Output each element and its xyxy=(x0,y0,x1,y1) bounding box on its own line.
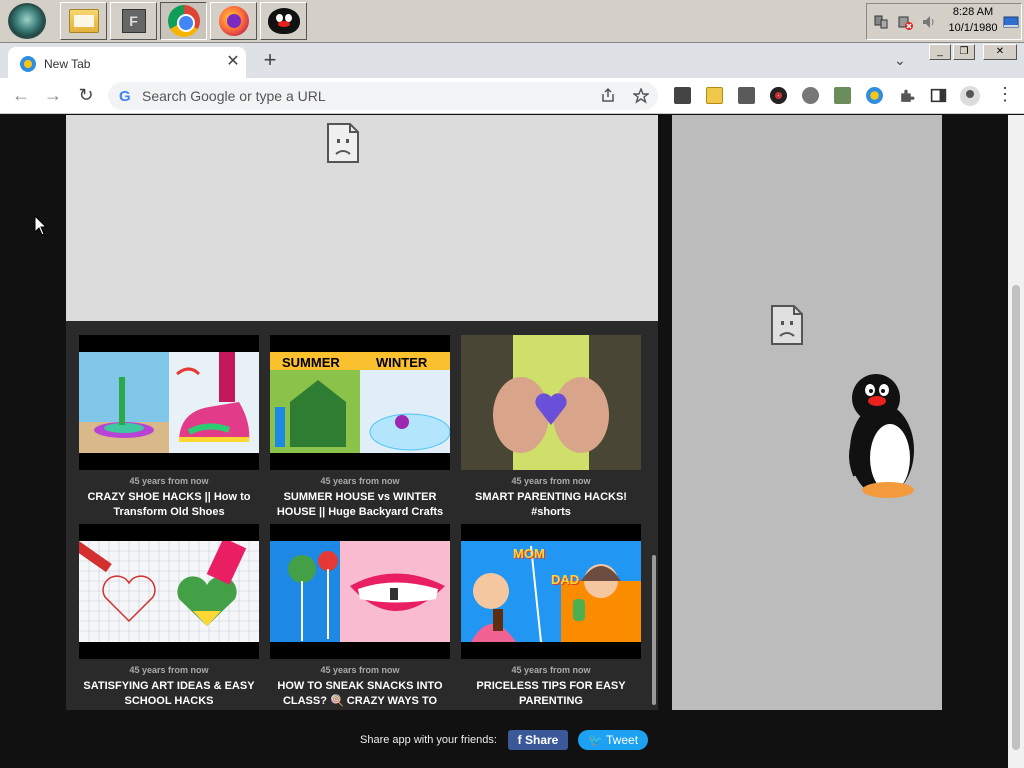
pingu-mascot-icon xyxy=(849,374,914,498)
f-app-taskbar-button[interactable]: F xyxy=(110,2,157,40)
facebook-share-button[interactable]: f Share xyxy=(508,730,568,750)
tab-search-icon[interactable]: ⌄ xyxy=(894,52,906,69)
ad-banner xyxy=(66,115,658,321)
back-button[interactable]: ← xyxy=(10,85,32,106)
video-time: 45 years from now xyxy=(129,665,209,675)
clock-date: 10/1/1980 xyxy=(948,22,998,34)
new-tab-favicon-icon xyxy=(20,56,36,72)
chrome-taskbar-button[interactable] xyxy=(160,2,207,40)
omnibox-placeholder[interactable]: Search Google or type a URL xyxy=(142,88,326,104)
share-prompt: Share app with your friends: xyxy=(360,734,497,746)
broken-image-icon xyxy=(771,305,803,345)
summer-label: SUMMER xyxy=(282,355,340,370)
clock-time: 8:28 AM xyxy=(952,6,994,18)
extension-3-icon[interactable] xyxy=(738,87,755,104)
video-title[interactable]: PRICELESS TIPS FOR EASY PARENTING xyxy=(461,679,641,709)
video-title[interactable]: HOW TO SNEAK SNACKS INTO CLASS? 🍭 CRAZY … xyxy=(270,679,450,709)
parenting-hacks-thumbnail xyxy=(461,335,641,470)
mouse-cursor-icon xyxy=(34,215,48,236)
pingu-taskbar-button[interactable] xyxy=(260,2,307,40)
new-tab-button[interactable]: + xyxy=(259,49,281,71)
google-icon: G xyxy=(119,88,131,105)
video-thumbnail[interactable] xyxy=(79,335,259,470)
extension-5-icon[interactable] xyxy=(802,87,819,104)
video-title[interactable]: SATISFYING ART IDEAS & EASY SCHOOL HACKS xyxy=(79,679,259,709)
reload-button[interactable]: ↻ xyxy=(75,85,97,106)
tweet-button[interactable]: 🐦 Tweet xyxy=(578,730,648,750)
broken-image-icon xyxy=(327,123,359,163)
dad-label: DAD xyxy=(551,572,580,587)
pingu-icon xyxy=(267,8,300,34)
video-thumbnail[interactable]: MOM DAD xyxy=(461,524,641,659)
video-thumbnail[interactable] xyxy=(79,524,259,659)
extension-7-icon[interactable] xyxy=(866,87,883,104)
video-title[interactable]: SMART PARENTING HACKS! #shorts xyxy=(461,490,641,520)
network-icon[interactable] xyxy=(873,14,889,30)
chrome-icon xyxy=(167,5,200,37)
side-panel-icon[interactable] xyxy=(930,87,947,104)
tab-new-tab[interactable]: New Tab ✕ xyxy=(8,47,246,78)
video-card[interactable]: 45 years from now SMART PARENTING HACKS!… xyxy=(461,335,641,520)
page-scrollbar[interactable] xyxy=(1008,115,1024,768)
video-thumbnail[interactable] xyxy=(270,524,450,659)
video-thumbnail[interactable]: SUMMER WINTER xyxy=(270,335,450,470)
share-page-icon[interactable] xyxy=(600,87,616,103)
video-time: 45 years from now xyxy=(320,476,400,486)
taskbar: F 8:28 AM 10/1/1980 xyxy=(0,0,1024,43)
video-grid: 45 years from now CRAZY SHOE HACKS || Ho… xyxy=(66,321,658,710)
sneak-snacks-thumbnail xyxy=(270,541,450,642)
mom-label: MOM xyxy=(513,546,545,561)
video-card[interactable]: 45 years from now HOW TO SNEAK SNACKS IN… xyxy=(270,524,450,709)
forward-button[interactable]: → xyxy=(42,85,64,106)
page-scrollbar-thumb[interactable] xyxy=(1012,285,1020,750)
volume-icon[interactable] xyxy=(921,14,937,30)
firefox-icon xyxy=(218,6,249,36)
art-ideas-thumbnail xyxy=(79,541,259,642)
video-time: 45 years from now xyxy=(511,665,591,675)
video-card[interactable]: 45 years from now SATISFYING ART IDEAS &… xyxy=(79,524,259,709)
show-desktop-icon[interactable] xyxy=(1003,14,1019,30)
file-explorer-taskbar-button[interactable] xyxy=(60,2,107,40)
page-content: 45 years from now CRAZY SHOE HACKS || Ho… xyxy=(0,115,1008,768)
video-time: 45 years from now xyxy=(511,476,591,486)
extensions-puzzle-icon[interactable] xyxy=(898,87,915,104)
start-button[interactable] xyxy=(8,3,46,39)
video-title[interactable]: SUMMER HOUSE vs WINTER HOUSE || Huge Bac… xyxy=(270,490,450,520)
video-card[interactable]: SUMMER WINTER 45 years from now SUMMER H… xyxy=(270,335,450,520)
tab-strip: New Tab ✕ + ⌄ _ ❐ ✕ xyxy=(0,43,1024,78)
browser-menu-icon[interactable]: ⋮ xyxy=(996,84,1014,105)
bookmark-star-icon[interactable] xyxy=(633,88,649,104)
extension-2-icon[interactable] xyxy=(706,87,723,104)
f-app-icon: F xyxy=(121,9,146,33)
video-card[interactable]: 45 years from now CRAZY SHOE HACKS || Ho… xyxy=(79,335,259,520)
network-disconnected-icon[interactable] xyxy=(897,14,913,30)
video-grid-scrollbar[interactable] xyxy=(652,555,656,705)
profile-avatar[interactable] xyxy=(960,86,980,106)
minimize-button[interactable]: _ xyxy=(929,44,951,60)
winter-label: WINTER xyxy=(376,355,428,370)
firefox-taskbar-button[interactable] xyxy=(210,2,257,40)
browser-toolbar: ← → ↻ G Search Google or type a URL ⋮ xyxy=(0,78,1024,114)
restore-button[interactable]: ❐ xyxy=(953,44,975,60)
extension-1-icon[interactable] xyxy=(674,87,691,104)
video-time: 45 years from now xyxy=(320,665,400,675)
video-time: 45 years from now xyxy=(129,476,209,486)
video-thumbnail[interactable] xyxy=(461,335,641,470)
tab-close-icon[interactable]: ✕ xyxy=(224,53,242,71)
extension-6-icon[interactable] xyxy=(834,87,851,104)
folder-icon xyxy=(68,9,99,33)
close-window-button[interactable]: ✕ xyxy=(983,44,1017,60)
tab-title: New Tab xyxy=(44,57,91,71)
shoe-hack-thumbnail xyxy=(79,352,259,453)
video-card[interactable]: MOM DAD 45 years from now PRICELESS TIPS… xyxy=(461,524,641,709)
extension-4-icon[interactable] xyxy=(770,87,787,104)
video-title[interactable]: CRAZY SHOE HACKS || How to Transform Old… xyxy=(79,490,259,520)
side-ad-panel xyxy=(672,115,942,710)
omnibox[interactable]: G Search Google or type a URL xyxy=(108,82,658,110)
priceless-tips-thumbnail xyxy=(461,541,641,642)
